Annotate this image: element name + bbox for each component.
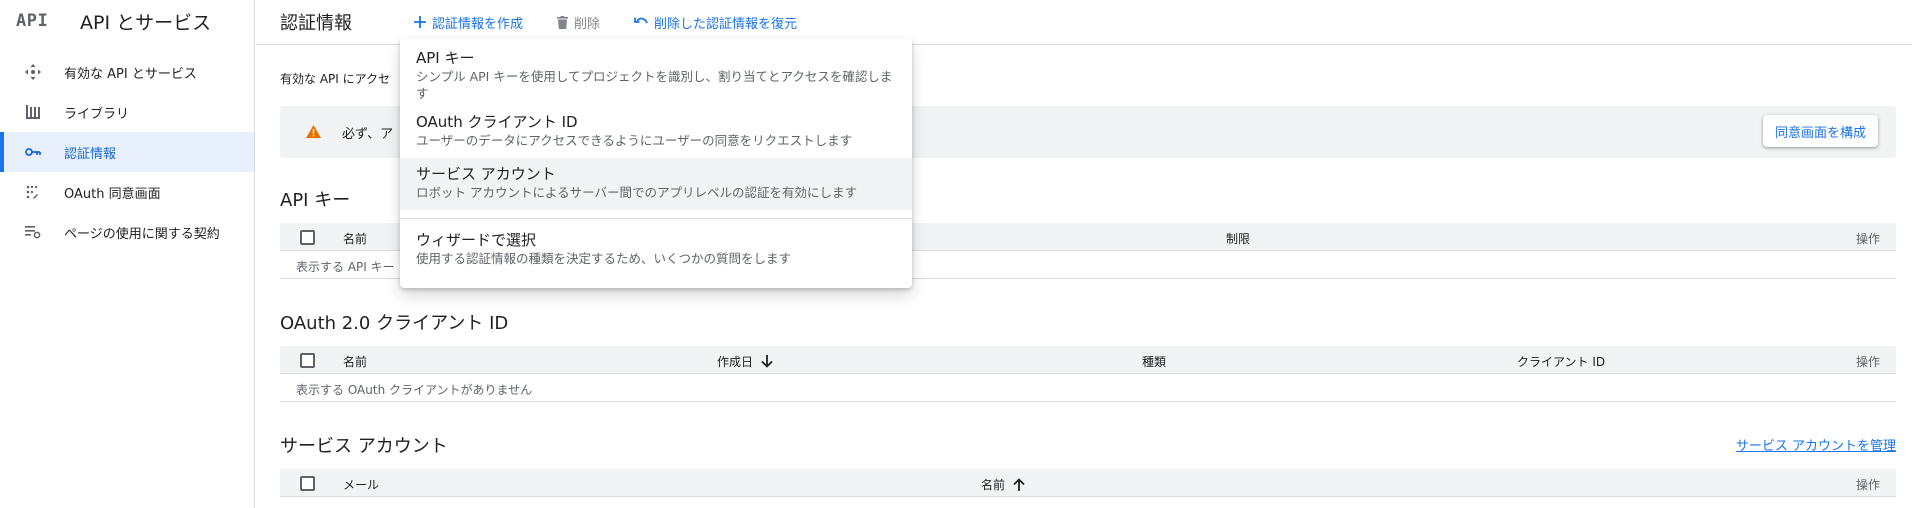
apis-icon [24,64,42,80]
service-accounts-table-header: メール 名前 操作 [280,469,1896,497]
sidebar-item-oauth-consent[interactable]: OAuth 同意画面 [0,172,254,212]
sidebar-item-library[interactable]: ライブラリ [0,92,254,132]
menu-item-description: 使用する認証情報の種類を決定するため、いくつかの質問をします [416,251,792,266]
select-all-checkbox[interactable] [300,353,315,368]
product-title: API とサービス [80,11,212,34]
settings-list-icon [24,224,42,240]
intro-text: 有効な API にアクセ [280,72,391,86]
warning-text: 必ず、ア [342,126,394,142]
create-credentials-label: 認証情報を作成 [432,16,524,32]
restore-credentials-button[interactable]: 削除した認証情報を復元 [634,13,797,32]
column-created-date[interactable]: 作成日 [717,353,773,370]
brand: API API とサービス [0,0,254,42]
menu-item-label: サービス アカウント [416,165,556,183]
api-keys-title: API キー [280,190,351,211]
sidebar-item-label: 有効な API とサービス [64,66,197,82]
menu-item-label: OAuth クライアント ID [416,113,578,131]
sidebar-item-label: ライブラリ [64,106,130,122]
oauth-clients-title: OAuth 2.0 クライアント ID [280,313,509,334]
column-created-date-label: 作成日 [717,355,754,369]
menu-item-oauth-client-id[interactable]: OAuth クライアント ID ユーザーのデータにアクセスできるようにユーザーの… [400,110,912,156]
service-accounts-title: サービス アカウント [280,436,448,457]
console-page: API API とサービス 有効な API とサービス ライブラリ 認証情報 O… [0,0,1912,508]
menu-item-label: ウィザードで選択 [416,231,537,249]
column-restrictions: 制限 [1226,232,1251,246]
trash-icon [557,15,569,29]
api-logo: API [16,11,49,31]
undo-icon [634,16,648,28]
delete-label: 削除 [574,16,601,32]
column-name[interactable]: 名前 [343,230,367,247]
arrow-down-icon [761,355,773,368]
menu-item-service-account[interactable]: サービス アカウント ロボット アカウントによるサーバー間でのアプリレベルの認証… [400,158,912,210]
column-actions: 操作 [1855,478,1880,492]
sidebar-nav: 有効な API とサービス ライブラリ 認証情報 OAuth 同意画面 ページの… [0,52,254,252]
oauth-empty-row: 表示する OAuth クライアントがありません [280,374,1896,402]
menu-item-wizard[interactable]: ウィザードで選択 使用する認証情報の種類を決定するため、いくつかの質問をします [400,228,912,280]
menu-item-description: シンプル API キーを使用してプロジェクトを識別し、割り当てとアクセスを確認し… [416,69,893,101]
restore-credentials-label: 削除した認証情報を復元 [654,16,798,32]
sidebar-item-label: ページの使用に関する契約 [64,226,220,242]
menu-item-label: API キー [416,49,475,67]
sidebar-item-label: 認証情報 [64,146,117,162]
sidebar: API API とサービス 有効な API とサービス ライブラリ 認証情報 O… [0,0,255,508]
arrow-up-icon [1013,478,1025,491]
column-actions: 操作 [1855,232,1880,246]
select-all-checkbox[interactable] [300,476,315,491]
sidebar-item-enabled-apis[interactable]: 有効な API とサービス [0,52,254,92]
column-email[interactable]: メール [343,476,379,493]
menu-divider [400,218,912,219]
sidebar-item-label: OAuth 同意画面 [64,186,161,202]
column-name[interactable]: 名前 [343,353,367,370]
column-name[interactable]: 名前 [981,476,1025,493]
delete-button[interactable]: 削除 [557,13,600,32]
configure-consent-button[interactable]: 同意画面を構成 [1762,115,1878,147]
menu-item-api-key[interactable]: API キー シンプル API キーを使用してプロジェクトを識別し、割り当てとア… [400,46,912,104]
column-actions: 操作 [1855,355,1880,369]
warning-icon [306,123,321,142]
create-credentials-menu: API キー シンプル API キーを使用してプロジェクトを識別し、割り当てとア… [400,38,912,288]
oauth-table-header: 名前 作成日 種類 クライアント ID 操作 [280,346,1896,374]
key-icon [24,144,42,160]
column-type[interactable]: 種類 [1142,353,1166,370]
plus-icon [414,16,426,28]
manage-service-accounts-link[interactable]: サービス アカウントを管理 [1736,435,1896,454]
consent-icon [24,184,42,200]
sidebar-item-credentials[interactable]: 認証情報 [0,132,254,172]
create-credentials-button[interactable]: 認証情報を作成 [414,13,523,32]
library-icon [24,104,42,120]
column-name-label: 名前 [981,478,1006,492]
page-title: 認証情報 [280,13,352,34]
select-all-checkbox[interactable] [300,230,315,245]
sidebar-item-page-usage-agreement[interactable]: ページの使用に関する契約 [0,212,254,252]
column-client-id[interactable]: クライアント ID [1517,353,1605,370]
menu-item-description: ロボット アカウントによるサーバー間でのアプリレベルの認証を有効にします [416,185,857,200]
menu-item-description: ユーザーのデータにアクセスできるようにユーザーの同意をリクエストします [416,133,853,148]
